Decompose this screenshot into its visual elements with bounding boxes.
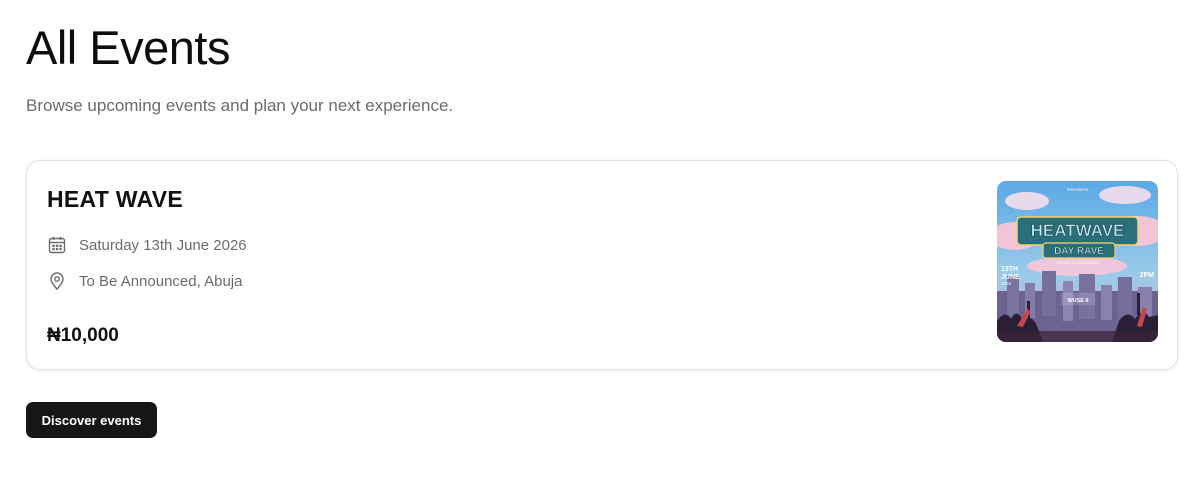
page-subtitle: Browse upcoming events and plan your nex… bbox=[26, 96, 454, 115]
event-location-row: To Be Announced, Abuja bbox=[47, 271, 242, 291]
poster-headline-2: DAY RAVE bbox=[1054, 246, 1104, 257]
event-title: HEAT WAVE bbox=[47, 186, 184, 212]
poster-brand: WUSE II bbox=[1067, 298, 1089, 304]
event-location: To Be Announced, Abuja bbox=[79, 272, 243, 290]
poster-tagline: THE SUN IN YOUR HANDS bbox=[1055, 261, 1100, 265]
map-pin-icon bbox=[47, 271, 67, 291]
poster-date-line-3: 2026 bbox=[1001, 281, 1012, 286]
poster-date-line-1: 13TH bbox=[1001, 266, 1018, 273]
event-price: ₦10,000 bbox=[47, 325, 119, 346]
page-title: All Events bbox=[26, 21, 230, 74]
poster-presents-text: PRESENTS bbox=[1067, 187, 1089, 192]
event-date: Saturday 13th June 2026 bbox=[79, 236, 247, 254]
event-card[interactable]: HEAT WAVE Saturday 13th June 2026 To Be … bbox=[26, 160, 1178, 370]
calendar-icon bbox=[47, 235, 67, 255]
discover-events-button[interactable]: Discover events bbox=[26, 402, 157, 438]
poster-headline-1: HEATWAVE bbox=[1031, 221, 1125, 240]
poster-time: 2PM bbox=[1140, 272, 1155, 279]
events-page: All Events Browse upcoming events and pl… bbox=[0, 0, 1200, 482]
event-poster-image[interactable]: PRESENTS HEATWAVE DAY RAVE THE SUN IN YO… bbox=[997, 181, 1158, 342]
poster-date-line-2: JUNE bbox=[1001, 274, 1020, 281]
event-date-row: Saturday 13th June 2026 bbox=[47, 235, 247, 255]
